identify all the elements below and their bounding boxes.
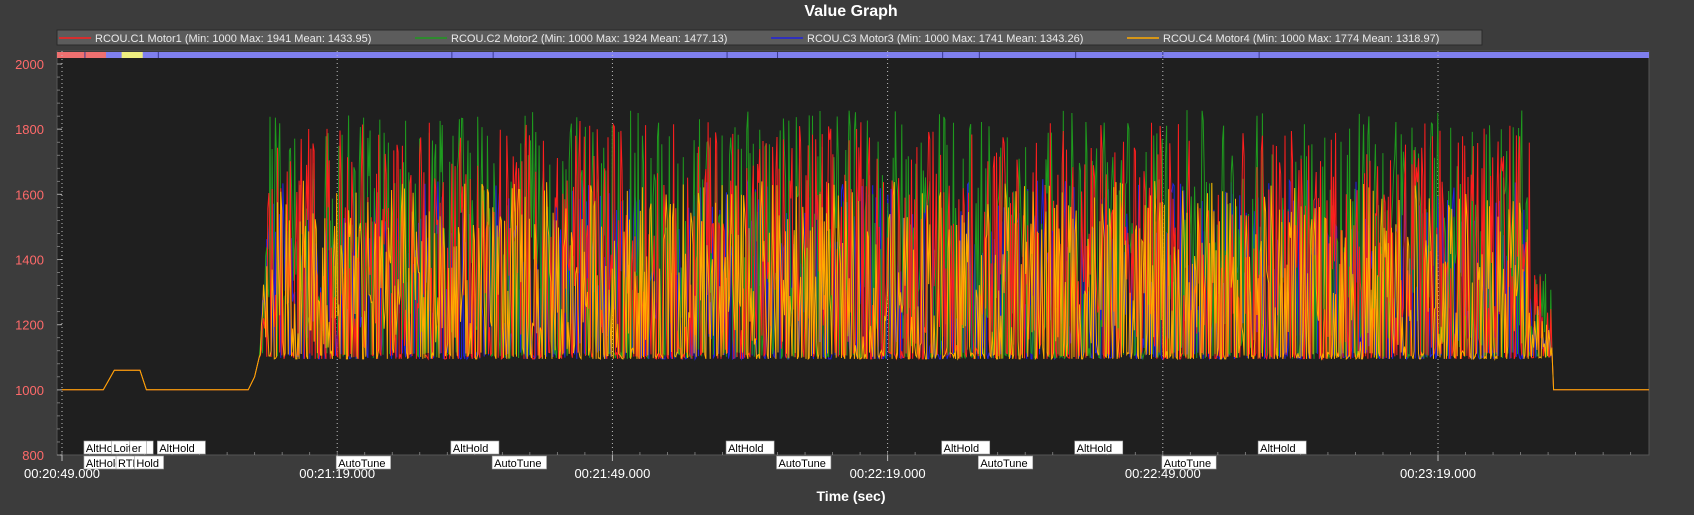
legend-label-3: RCOU.C3 Motor3 (Min: 1000 Max: 1741 Mean… xyxy=(807,33,1083,45)
mode-label-top-3: AltHold xyxy=(159,443,194,455)
y-tick-label: 1000 xyxy=(15,383,44,398)
mode-strip-segment-loiter xyxy=(121,52,143,58)
y-tick-label: 1600 xyxy=(15,187,44,202)
chart-title: Value Graph xyxy=(804,3,897,20)
y-tick-label: 2000 xyxy=(15,57,44,72)
legend-label-2: RCOU.C2 Motor2 (Min: 1000 Max: 1924 Mean… xyxy=(451,33,727,45)
mode-label-bottom-4: AutoTune xyxy=(494,458,541,470)
mode-strip xyxy=(57,52,1649,58)
mode-strip-segment-start xyxy=(57,52,107,58)
mode-label-top-6: AltHold xyxy=(944,443,979,455)
mode-label-top-5: AltHold xyxy=(728,443,763,455)
y-tick-label: 1800 xyxy=(15,122,44,137)
y-tick-label: 800 xyxy=(22,448,44,463)
x-tick-label: 00:22:19.000 xyxy=(850,466,926,481)
mode-label-bottom-7: AutoTune xyxy=(1164,458,1211,470)
mode-label-top-7: AltHold xyxy=(1077,443,1112,455)
y-tick-label: 1200 xyxy=(15,318,44,333)
mode-label-bottom-2: Hold xyxy=(136,458,159,470)
mode-label-top-4: AltHold xyxy=(453,443,488,455)
legend-label-1: RCOU.C1 Motor1 (Min: 1000 Max: 1941 Mean… xyxy=(95,33,371,45)
x-tick-label: 00:21:49.000 xyxy=(574,466,650,481)
mode-label-top-2: er xyxy=(132,443,142,455)
x-tick-label: 00:23:19.000 xyxy=(1400,466,1476,481)
mode-label-bottom-5: AutoTune xyxy=(779,458,826,470)
mode-label-top-8: AltHold xyxy=(1260,443,1295,455)
y-axis: 800 1000 1200 1400 1600 1800 2000 xyxy=(15,57,62,463)
x-axis-title: Time (sec) xyxy=(817,488,886,504)
value-graph-chart: Value Graph RCOU.C1 Motor1 (Min: 1000 Ma… xyxy=(15,3,1650,504)
mode-label-bottom-6: AutoTune xyxy=(980,458,1027,470)
y-tick-label: 1400 xyxy=(15,253,44,268)
mode-label-bottom-3: AutoTune xyxy=(338,458,385,470)
legend-label-4: RCOU.C4 Motor4 (Min: 1000 Max: 1774 Mean… xyxy=(1163,33,1439,45)
mode-strip-bar xyxy=(57,52,1649,58)
